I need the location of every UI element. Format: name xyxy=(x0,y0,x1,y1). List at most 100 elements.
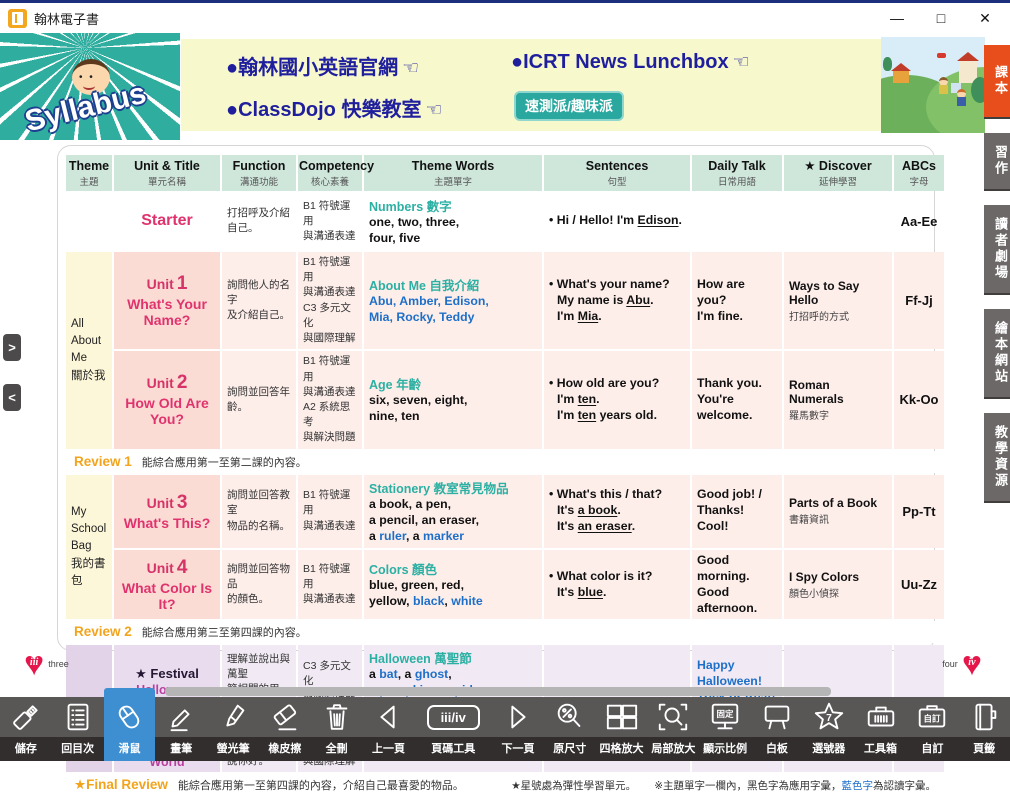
toolbar-item-label: 頁籤 xyxy=(958,737,1010,761)
bush-graphic xyxy=(971,77,985,103)
cell-unit4-competency: B1 符號運用 與溝通表達 xyxy=(298,550,362,620)
link-hanlin-english-site[interactable]: ●翰林國小英語官網☜ xyxy=(226,51,419,80)
toolbar-item-zoom-percent[interactable]: 原尺寸 xyxy=(544,697,596,761)
next-triangle-icon xyxy=(501,697,535,737)
toolbar-item-trash[interactable]: 全刪 xyxy=(311,697,363,761)
app-book-icon xyxy=(8,9,27,28)
side-tab-4[interactable]: 教學資源 xyxy=(984,413,1010,503)
cell-unit1-function: 詢問他人的名字 及介紹自己。 xyxy=(222,252,296,349)
cell-unit4-theme-words: Colors 顏色blue, green, red,yellow, black,… xyxy=(364,550,542,620)
cell-unit2-discover: Roman Numerals羅馬數字 xyxy=(784,351,892,448)
toolbar-item-label: 全刪 xyxy=(311,737,363,761)
cell-unit4-sentences: • What color is it?It's blue. xyxy=(544,550,690,620)
page-box-icon: iii/iv xyxy=(427,697,480,737)
prev-triangle-icon xyxy=(371,697,405,737)
panel-expand-toggle[interactable]: > xyxy=(3,334,21,361)
cell-starter-function: 打招呼及介紹 自己。 xyxy=(222,193,296,250)
toolbar-item-pen[interactable]: 畫筆 xyxy=(155,697,207,761)
cell-unit1-title: Unit1 What's Your Name? xyxy=(114,252,220,349)
heart-page-icon: ♥iv xyxy=(962,649,982,679)
toolbar-item-label: 儲存 xyxy=(0,737,52,761)
monitor-fixed-icon: 固定 xyxy=(708,697,742,737)
trash-icon xyxy=(320,697,354,737)
cell-unit3-abcs: Pp-Tt xyxy=(894,475,944,548)
toolbar-item-label: 畫筆 xyxy=(155,737,207,761)
toolbar-item-label: 上一頁 xyxy=(363,737,415,761)
cell-unit2-function: 詢問並回答年齡。 xyxy=(222,351,296,448)
page-indicator-left: ♥iii three xyxy=(24,649,69,679)
minimize-button[interactable]: — xyxy=(888,10,906,27)
toolbar-item-eraser[interactable]: 橡皮擦 xyxy=(259,697,311,761)
hand-cursor-icon: ☜ xyxy=(733,52,750,73)
toolbar-item-label: 原尺寸 xyxy=(544,737,596,761)
toolbar-item-whiteboard[interactable]: 白板 xyxy=(751,697,803,761)
toolbar-item-highlighter[interactable]: 螢光筆 xyxy=(207,697,259,761)
cell-unit4-title: Unit4 What Color Is It? xyxy=(114,550,220,620)
cell-unit1-abcs: Ff-Jj xyxy=(894,252,944,349)
toolbar-item-briefcase-custom[interactable]: 自訂自訂 xyxy=(906,697,958,761)
toolbar-item-zoom-region[interactable]: 局部放大 xyxy=(647,697,699,761)
toolbar-item-label: 自訂 xyxy=(906,737,958,761)
svg-text:固定: 固定 xyxy=(717,709,735,719)
col-header-theme-words: Theme Words主題單字 xyxy=(364,155,542,191)
star-number-icon: 7 xyxy=(812,697,846,737)
cell-unit4-discover: I Spy Colors顏色小偵探 xyxy=(784,550,892,620)
side-tab-2[interactable]: 讀者劇場 xyxy=(984,205,1010,295)
page-number-indicator[interactable]: iii/iv xyxy=(427,705,480,730)
links-banner: ●翰林國小英語官網☜ ●ICRT News Lunchbox☜ ●ClassDo… xyxy=(181,39,881,131)
ebook-app-window: 翰林電子書 — □ ✕ Syllabus ●翰林國小英語官網☜ ●ICRT Ne… xyxy=(0,0,1010,761)
heart-page-icon: ♥iii xyxy=(24,649,44,679)
toolbar-item-label: 工具箱 xyxy=(855,737,907,761)
toolbar-item-monitor-fixed[interactable]: 固定顯示比例 xyxy=(699,697,751,761)
toolbar-item-grid-four[interactable]: 四格放大 xyxy=(596,697,648,761)
toolbar-item-toolbox[interactable]: 工具箱 xyxy=(855,697,907,761)
cell-unit3-sentences: • What's this / that?It's a book.It's an… xyxy=(544,475,690,548)
col-header-theme: Theme主題 xyxy=(66,155,112,191)
toolbar-item-next-triangle[interactable]: 下一頁 xyxy=(492,697,544,761)
maximize-button[interactable]: □ xyxy=(932,10,950,27)
col-header-function: Function溝通功能 xyxy=(222,155,296,191)
toolbar-item-label: 頁碼工具 xyxy=(414,737,492,761)
close-button[interactable]: ✕ xyxy=(976,10,994,27)
row-final-review: ★Final Review能綜合應用第一至第四課的內容，介紹自己最喜愛的物品。 … xyxy=(66,774,944,796)
toolbar-item-label: 四格放大 xyxy=(596,737,648,761)
row-unit2: Unit2 How Old Are You? 詢問並回答年齡。 B1 符號運用 … xyxy=(66,351,944,448)
house-graphic xyxy=(893,71,909,83)
side-tab-0[interactable]: 課本 xyxy=(984,45,1010,119)
cell-unit2-sentences: • How old are you?I'm ten.I'm ten years … xyxy=(544,351,690,448)
row-unit1: AllAboutMe關於我 Unit1 What's Your Name? 詢問… xyxy=(66,252,944,349)
toolbar-item-page-tab[interactable]: 頁籤 xyxy=(958,697,1010,761)
toolbar-item-page-box[interactable]: iii/iv 頁碼工具 xyxy=(414,697,492,761)
grid-four-icon xyxy=(605,697,639,737)
scrollbar-thumb[interactable] xyxy=(165,687,831,696)
syllabus-logo: Syllabus xyxy=(0,33,180,140)
link-icrt-news-lunchbox[interactable]: ●ICRT News Lunchbox☜ xyxy=(511,51,750,74)
toolbar-item-prev-triangle[interactable]: 上一頁 xyxy=(363,697,415,761)
cell-unit1-competency: B1 符號運用 與溝通表達 C3 多元文化 與國際理解 xyxy=(298,252,362,349)
col-header-daily-talk: Daily Talk日常用語 xyxy=(692,155,782,191)
panel-collapse-toggle[interactable]: < xyxy=(3,384,21,411)
cell-unit3-title: Unit3 What's This? xyxy=(114,475,220,548)
cell-unit1-sentences: • What's your name?My name is Abu.I'm Mi… xyxy=(544,252,690,349)
quiz-mode-button[interactable]: 速測派/趣味派 xyxy=(514,91,624,121)
briefcase-custom-icon: 自訂 xyxy=(915,697,949,737)
col-header-sentences: Sentences句型 xyxy=(544,155,690,191)
mouse-icon xyxy=(112,697,146,737)
side-tab-3[interactable]: 繪本網站 xyxy=(984,309,1010,399)
toolbar-item-usb-save[interactable]: 儲存 xyxy=(0,697,52,761)
table-header-row: Theme主題 Unit & Title單元名稱 Function溝通功能 Co… xyxy=(66,155,944,191)
col-header-competency: Competency核心素養 xyxy=(298,155,362,191)
cell-unit4-daily: Good morning. Good afternoon. xyxy=(692,550,782,620)
toolbar-item-label: 回目次 xyxy=(52,737,104,761)
page-tab-icon xyxy=(967,697,1001,737)
link-classdojo[interactable]: ●ClassDojo 快樂教室☜ xyxy=(226,93,443,122)
toolbar-item-toc-list[interactable]: 回目次 xyxy=(52,697,104,761)
cell-theme-empty xyxy=(66,193,112,250)
toolbar-item-mouse[interactable]: 滑鼠 xyxy=(104,688,156,761)
side-tab-1[interactable]: 習作 xyxy=(984,133,1010,191)
landscape-illustration xyxy=(881,37,985,133)
row-unit4: Unit4 What Color Is It? 詢問並回答物品 的顏色。 B1 … xyxy=(66,550,944,620)
toolbar-item-star-number[interactable]: 7選號器 xyxy=(803,697,855,761)
toolbar-item-label: 局部放大 xyxy=(647,737,699,761)
review2-band: Review 2能綜合應用第三至第四課的內容。 xyxy=(66,621,944,643)
